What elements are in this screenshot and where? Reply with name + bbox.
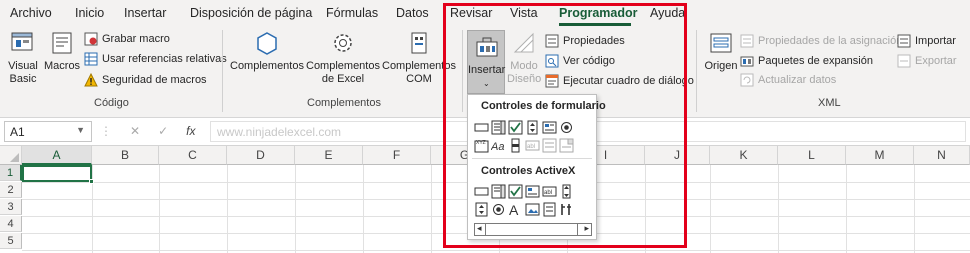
- column-header-n[interactable]: N: [914, 146, 970, 165]
- visual-basic-button[interactable]: Visual Basic: [6, 30, 40, 86]
- gridline: [22, 250, 970, 251]
- gridline: [159, 165, 160, 253]
- grabar-macro-label: Grabar macro: [102, 33, 170, 45]
- more-icon: ⋮: [100, 124, 112, 138]
- row-header-2[interactable]: 2: [0, 182, 22, 198]
- column-header-d[interactable]: D: [227, 146, 295, 165]
- name-box[interactable]: A1 ▼: [4, 121, 92, 142]
- gridline: [710, 165, 711, 253]
- relative-references-icon: [84, 52, 98, 66]
- column-header-m[interactable]: M: [846, 146, 914, 165]
- xml-source-icon: [710, 33, 732, 53]
- importar-button[interactable]: Importar: [897, 34, 956, 48]
- row-header-3[interactable]: 3: [0, 199, 22, 215]
- confirm-icon[interactable]: ✓: [158, 124, 168, 138]
- origen-label: Origen: [704, 60, 738, 72]
- record-macro-icon: [84, 32, 98, 46]
- refresh-data-icon: [740, 73, 754, 87]
- insert-function-icon[interactable]: fx: [186, 124, 195, 138]
- usar-referencias-button[interactable]: Usar referencias relativas: [84, 52, 227, 66]
- propiedades-asignacion-label: Propiedades de la asignación: [758, 35, 903, 47]
- column-header-b[interactable]: B: [92, 146, 159, 165]
- red-highlight-box: [443, 3, 687, 248]
- import-icon: [897, 34, 911, 48]
- tab-insertar[interactable]: Insertar: [124, 6, 166, 20]
- column-header-e[interactable]: E: [295, 146, 363, 165]
- expansion-packs-icon: [740, 56, 754, 67]
- addins-hexagon-icon: [257, 32, 277, 55]
- column-header-c[interactable]: C: [159, 146, 227, 165]
- gridline: [914, 165, 915, 253]
- gridline: [778, 165, 779, 253]
- map-properties-icon: [740, 34, 754, 48]
- row-header-5[interactable]: 5: [0, 233, 22, 249]
- column-header-k[interactable]: K: [710, 146, 778, 165]
- complementos-button[interactable]: Complementos: [230, 30, 304, 73]
- corner-triangle-icon: [10, 153, 19, 162]
- complementos-excel-l1: Complementos: [306, 60, 380, 72]
- row-header-4[interactable]: 4: [0, 216, 22, 232]
- gridline: [295, 165, 296, 253]
- select-all-corner[interactable]: [0, 146, 22, 165]
- warning-icon: [84, 73, 98, 87]
- group-label-codigo: Código: [94, 97, 129, 109]
- cancel-icon[interactable]: ✕: [130, 124, 140, 138]
- tab-datos[interactable]: Datos: [396, 6, 429, 20]
- origen-button[interactable]: Origen: [703, 30, 739, 73]
- column-header-l[interactable]: L: [778, 146, 846, 165]
- gridline: [227, 165, 228, 253]
- group-label-complementos: Complementos: [307, 97, 381, 109]
- column-header-f[interactable]: F: [363, 146, 431, 165]
- seguridad-macros-button[interactable]: Seguridad de macros: [84, 73, 207, 87]
- active-cell-a1[interactable]: [22, 165, 94, 184]
- visual-basic-icon: [11, 32, 33, 51]
- tab-formulas[interactable]: Fórmulas: [326, 6, 378, 20]
- actualizar-datos-label: Actualizar datos: [758, 74, 837, 86]
- gridline: [363, 165, 364, 253]
- exportar-label: Exportar: [915, 55, 957, 67]
- com-addins-icon: [411, 32, 427, 54]
- complementos-excel-button[interactable]: Complementos de Excel: [305, 30, 381, 86]
- group-separator: [222, 30, 223, 112]
- group-label-xml: XML: [818, 97, 841, 109]
- group-separator: [696, 30, 697, 112]
- visual-basic-label-l2: Basic: [9, 73, 37, 85]
- tab-inicio[interactable]: Inicio: [75, 6, 104, 20]
- formula-buttons: ⋮ ✕ ✓ fx: [100, 124, 195, 138]
- column-header-a[interactable]: A: [22, 146, 92, 165]
- exportar-button[interactable]: Exportar: [897, 54, 957, 68]
- complementos-com-l2: COM: [406, 73, 432, 85]
- complementos-label: Complementos: [230, 60, 304, 72]
- macros-label: Macros: [44, 60, 81, 72]
- actualizar-datos-button[interactable]: Actualizar datos: [740, 73, 836, 87]
- export-icon: [897, 54, 911, 68]
- fill-handle[interactable]: [89, 179, 94, 184]
- seguridad-macros-label: Seguridad de macros: [102, 74, 207, 86]
- name-box-value: A1: [10, 125, 25, 139]
- importar-label: Importar: [915, 35, 956, 47]
- propiedades-asignacion-button[interactable]: Propiedades de la asignación: [740, 34, 902, 48]
- gridline: [846, 165, 847, 253]
- grabar-macro-button[interactable]: Grabar macro: [84, 32, 170, 46]
- tab-disposicion[interactable]: Disposición de página: [190, 6, 312, 20]
- macros-button[interactable]: Macros: [44, 30, 80, 73]
- macros-icon: [52, 32, 72, 54]
- tab-archivo[interactable]: Archivo: [10, 6, 52, 20]
- complementos-excel-l2: de Excel: [321, 73, 365, 85]
- formula-value: www.ninjadelexcel.com: [217, 125, 342, 139]
- gear-icon: [334, 34, 352, 52]
- paquetes-expansion-button[interactable]: Paquetes de expansión: [740, 54, 873, 68]
- row-header-1[interactable]: 1: [0, 165, 22, 181]
- gridline: [431, 165, 432, 253]
- paquetes-expansion-label: Paquetes de expansión: [758, 55, 873, 67]
- visual-basic-label-l1: Visual: [8, 60, 38, 72]
- usar-referencias-label: Usar referencias relativas: [102, 53, 227, 65]
- chevron-down-icon[interactable]: ▼: [76, 125, 85, 135]
